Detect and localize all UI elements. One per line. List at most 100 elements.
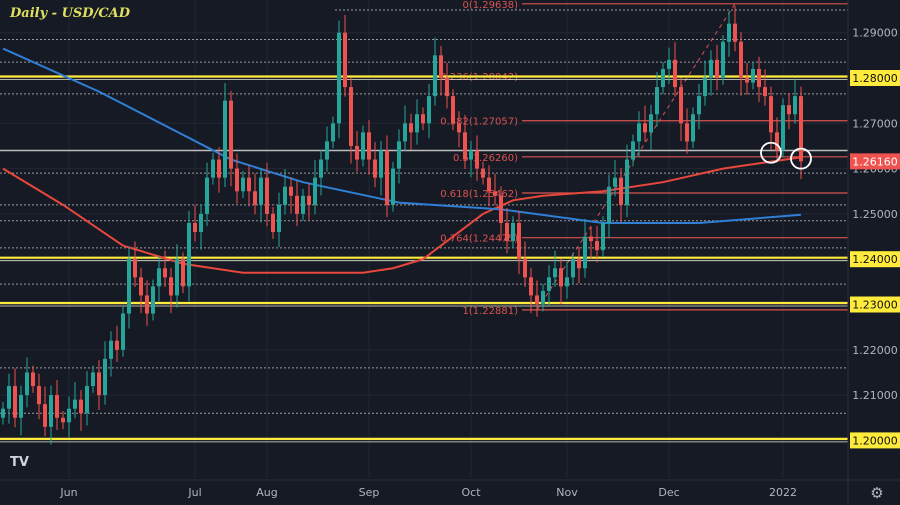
candle-down [265, 177, 269, 214]
chart-container[interactable]: Daily - USD/CAD 0(1.29638)0.236(1.28042)… [0, 0, 900, 505]
candle-down [769, 96, 773, 133]
candle-up [49, 395, 53, 427]
candle-up [691, 114, 695, 142]
candle-down [505, 222, 509, 242]
candle-up [85, 386, 89, 414]
candle-up [205, 177, 209, 214]
candle-down [409, 123, 413, 133]
candle-down [37, 386, 41, 405]
fib-level-label: 0(1.29638) [462, 0, 518, 11]
candle-down [181, 259, 185, 287]
candle-up [403, 123, 407, 142]
candle-up [583, 236, 587, 269]
candle-down [193, 222, 197, 233]
candle-down [307, 195, 311, 205]
candle-down [43, 404, 47, 427]
price-level-badge-label: 1.23000 [852, 299, 898, 312]
candle-down [355, 145, 359, 160]
candle-up [631, 141, 635, 160]
candle-up [721, 41, 725, 78]
candle-down [577, 259, 581, 269]
candle-up [415, 114, 419, 133]
candle-down [775, 132, 779, 151]
candle-up [637, 123, 641, 142]
candle-down [349, 87, 353, 146]
candle-up [703, 78, 707, 97]
candle-up [553, 268, 557, 278]
gear-icon[interactable]: ⚙ [870, 484, 883, 502]
candle-up [601, 222, 605, 251]
candle-up [781, 105, 785, 151]
candle-down [733, 23, 737, 42]
candle-up [241, 177, 245, 192]
fib-level-label: 1(1.22881) [462, 306, 518, 317]
candle-down [679, 87, 683, 124]
candle-down [229, 100, 233, 169]
candle-up [1, 408, 5, 418]
candle-up [625, 159, 629, 205]
candle-down [133, 259, 137, 278]
candle-down [439, 55, 443, 78]
candle-down [535, 295, 539, 305]
candle-up [397, 141, 401, 169]
candle-up [175, 259, 179, 296]
candle-up [727, 23, 731, 42]
candle-down [271, 213, 275, 233]
candle-down [619, 177, 623, 205]
candle-up [91, 372, 95, 387]
candle-down [445, 78, 449, 97]
candle-up [337, 32, 341, 124]
candle-up [331, 123, 335, 142]
candle-up [469, 150, 473, 160]
candle-down [685, 123, 689, 142]
chart-title: Daily - USD/CAD [10, 6, 131, 21]
candle-down [595, 241, 599, 251]
fib-level-label: 0.618(1.25462) [440, 189, 518, 200]
candle-up [751, 68, 755, 83]
candle-down [493, 191, 497, 196]
time-tick-label: Aug [256, 486, 277, 499]
candle-down [523, 259, 527, 278]
candle-up [67, 408, 71, 423]
candle-down [55, 395, 59, 418]
time-tick-label: Sep [359, 486, 380, 499]
candle-up [571, 259, 575, 278]
candle-up [157, 268, 161, 287]
candle-up [121, 313, 125, 350]
candle-down [745, 78, 749, 83]
fast-moving-average-line [2, 156, 802, 274]
candle-down [463, 132, 467, 160]
candle-up [427, 96, 431, 124]
candle-up [127, 259, 131, 314]
candle-up [547, 277, 551, 291]
time-tick-label: Oct [461, 486, 481, 499]
candle-up [361, 132, 365, 160]
candle-up [613, 177, 617, 187]
candlestick-chart[interactable]: 0(1.29638)0.236(1.28042)0.382(1.27057)0.… [0, 0, 900, 505]
candle-up [109, 340, 113, 359]
candle-down [289, 186, 293, 196]
candle-up [223, 100, 227, 178]
candle-down [421, 114, 425, 124]
time-tick-label: Jul [187, 486, 201, 499]
price-tick-label: 1.22000 [852, 344, 898, 357]
candle-down [589, 236, 593, 242]
time-tick-label: Nov [556, 486, 578, 499]
candle-up [541, 290, 545, 305]
candle-down [457, 123, 461, 133]
candle-up [379, 150, 383, 178]
candle-up [391, 168, 395, 205]
candle-down [169, 277, 173, 296]
candle-up [283, 186, 287, 205]
price-tick-label: 1.27000 [852, 117, 898, 130]
time-tick-label: 2022 [769, 486, 797, 499]
candle-up [661, 68, 665, 88]
candle-down [559, 268, 563, 287]
candle-up [259, 177, 263, 205]
candle-up [607, 186, 611, 223]
candle-up [433, 55, 437, 97]
price-tick-label: 1.21000 [852, 389, 898, 402]
candle-down [97, 372, 101, 396]
candle-down [385, 150, 389, 205]
candle-down [13, 386, 17, 418]
